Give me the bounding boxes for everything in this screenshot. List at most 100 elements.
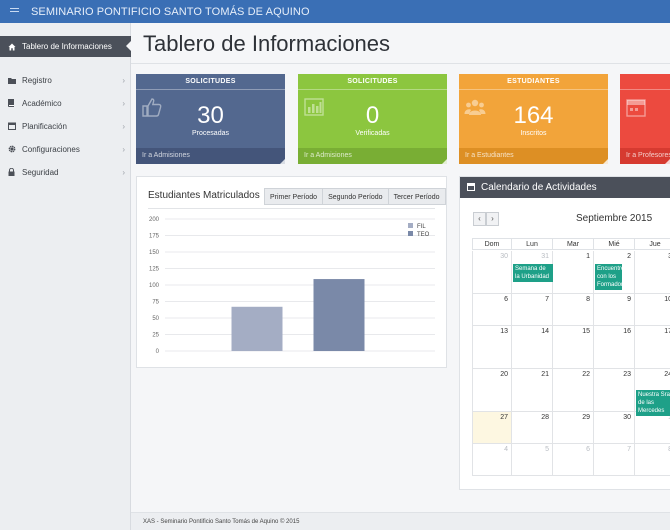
tile-header: SOLICITUDES (298, 74, 447, 90)
book-icon (7, 99, 16, 108)
home-icon (7, 42, 16, 51)
tile-value: 164 (513, 102, 554, 129)
calendar-day[interactable]: 7 (594, 444, 635, 476)
tile-value: 0 (365, 102, 380, 129)
tile-solicitudes-verificadas: SOLICITUDES 0 Verificadas Ir a Admisione… (298, 74, 447, 164)
tile-label: Inscritos (520, 130, 547, 137)
calendar-panel: Calendario de Actividades ‹ › Septiembre… (459, 176, 670, 490)
sidebar-item-planificacion[interactable]: Planificación › (0, 117, 131, 135)
lock-icon (7, 168, 16, 177)
weekday-header: Mié (594, 238, 635, 250)
app-title: SEMINARIO PONTIFICIO SANTO TOMÁS DE AQUI… (31, 5, 310, 18)
y-tick-label: 125 (149, 267, 160, 273)
tile-solicitudes-procesadas: SOLICITUDES 30 Procesadas Ir a Admisione… (136, 74, 285, 164)
calendar-day[interactable]: 29 (553, 412, 594, 444)
sidebar-item-configuraciones[interactable]: Configuraciones › (0, 140, 131, 158)
chevron-right-icon: › (122, 75, 125, 85)
calendar-day[interactable]: 8 (635, 444, 670, 476)
calendar-event[interactable]: Nuestra Sra. de las Mercedes (636, 390, 670, 416)
calendar-day[interactable]: 6 (472, 294, 512, 326)
y-tick-label: 150 (149, 250, 160, 256)
legend-label: TEO (417, 232, 430, 238)
next-month-button[interactable]: › (486, 212, 499, 226)
calendar-day[interactable]: 9 (594, 294, 635, 326)
calendar-event[interactable]: Semana de la Urbanidad (513, 264, 553, 282)
calendar-day[interactable]: 10 (635, 294, 670, 326)
tile-estudiantes-inscritos: ESTUDIANTES 164 Inscritos Ir a Estudiant… (459, 74, 608, 164)
calendar-day[interactable]: 17 (635, 326, 670, 369)
y-tick-label: 50 (152, 316, 159, 322)
tile-header (620, 74, 670, 90)
menu-toggle-icon[interactable] (0, 0, 28, 23)
calendar-day[interactable]: 13 (472, 326, 512, 369)
page-title: Tablero de Informaciones (143, 31, 391, 56)
calendar-day[interactable]: 16 (594, 326, 635, 369)
calendar-day[interactable]: 1 (635, 412, 670, 444)
sidebar-item-label: Académico (22, 98, 62, 108)
weekday-header: Jue (635, 238, 670, 250)
calendar-header: Calendario de Actividades (460, 177, 670, 198)
calendar-day[interactable]: 4 (472, 444, 512, 476)
chevron-right-icon: › (122, 98, 125, 108)
footer: XAS - Seminario Pontificio Santo Tomás d… (131, 512, 670, 530)
calendar-day[interactable]: 28 (512, 412, 553, 444)
sidebar-item-label: Configuraciones (22, 144, 80, 154)
sidebar: Tablero de Informaciones Registro › Acad… (0, 23, 131, 530)
tab-tercer-periodo[interactable]: Tercer Período (387, 188, 446, 205)
prev-month-button[interactable]: ‹ (473, 212, 486, 226)
calendar-title: Calendario de Actividades (481, 182, 597, 193)
calendar-month: Septiembre 2015 (576, 213, 653, 224)
calendar-day[interactable]: 1 (553, 251, 594, 294)
y-tick-label: 200 (149, 217, 160, 223)
calendar-day[interactable]: 8 (553, 294, 594, 326)
tile-link-profesores[interactable]: Ir a Profesores (620, 148, 670, 164)
chevron-right-icon: › (122, 167, 125, 177)
tile-link-admisiones[interactable]: Ir a Admisiones (298, 148, 447, 164)
sidebar-item-seguridad[interactable]: Seguridad › (0, 163, 131, 181)
tile-link-estudiantes[interactable]: Ir a Estudiantes (459, 148, 608, 164)
tab-segundo-periodo[interactable]: Segundo Período (322, 188, 389, 205)
calendar-day[interactable]: 30 (594, 412, 635, 444)
calendar-day[interactable]: 7 (512, 294, 553, 326)
calendar-day[interactable]: 14 (512, 326, 553, 369)
calendar-day[interactable]: 30 (472, 251, 512, 294)
calendar-day[interactable]: 6 (553, 444, 594, 476)
chart-title: Estudiantes Matriculados (148, 190, 260, 201)
sidebar-item-dashboard[interactable]: Tablero de Informaciones (0, 36, 131, 57)
y-tick-label: 25 (152, 333, 159, 339)
folder-icon (7, 76, 16, 85)
period-tabs: Primer Período Segundo Período Tercer Pe… (264, 188, 446, 205)
divider (148, 208, 435, 209)
calendar-event[interactable]: Encuentro con los Formadores (595, 264, 629, 290)
sidebar-item-academico[interactable]: Académico › (0, 94, 131, 112)
chevron-right-icon: › (122, 144, 125, 154)
tab-primer-periodo[interactable]: Primer Período (264, 188, 324, 205)
sidebar-item-label: Tablero de Informaciones (22, 42, 112, 51)
calendar-day[interactable]: 15 (553, 326, 594, 369)
tile-label: Procesadas (192, 130, 229, 137)
top-bar: SEMINARIO PONTIFICIO SANTO TOMÁS DE AQUI… (0, 0, 670, 23)
calendar-day[interactable]: 27 (472, 412, 512, 444)
weekday-header: Lun (512, 238, 553, 250)
calendar-day[interactable]: 23 (594, 369, 635, 412)
calendar-day[interactable]: 3 (635, 251, 670, 294)
students-bar-chart: 200 175 150 125 100 75 50 25 0 FIL TEO (149, 217, 435, 355)
weekday-header: Dom (472, 238, 512, 250)
weekday-header: Mar (553, 238, 594, 250)
tile-link-admisiones[interactable]: Ir a Admisiones (136, 148, 285, 164)
bar-fil (231, 306, 283, 351)
calendar-day[interactable]: 22 (553, 369, 594, 412)
students-chart-panel: Estudiantes Matriculados Primer Período … (136, 176, 447, 368)
bar-teo (313, 279, 365, 351)
calendar-day[interactable]: 20 (472, 369, 512, 412)
legend-swatch (408, 223, 413, 228)
y-tick-label: 175 (149, 234, 160, 240)
calendar-day[interactable]: 5 (512, 444, 553, 476)
calendar-day[interactable]: 21 (512, 369, 553, 412)
chevron-right-icon: › (122, 121, 125, 131)
sidebar-item-registro[interactable]: Registro › (0, 71, 131, 89)
gear-icon (7, 145, 16, 154)
tile-header: ESTUDIANTES (459, 74, 608, 90)
legend-label: FIL (417, 224, 426, 230)
y-tick-label: 0 (156, 349, 160, 355)
